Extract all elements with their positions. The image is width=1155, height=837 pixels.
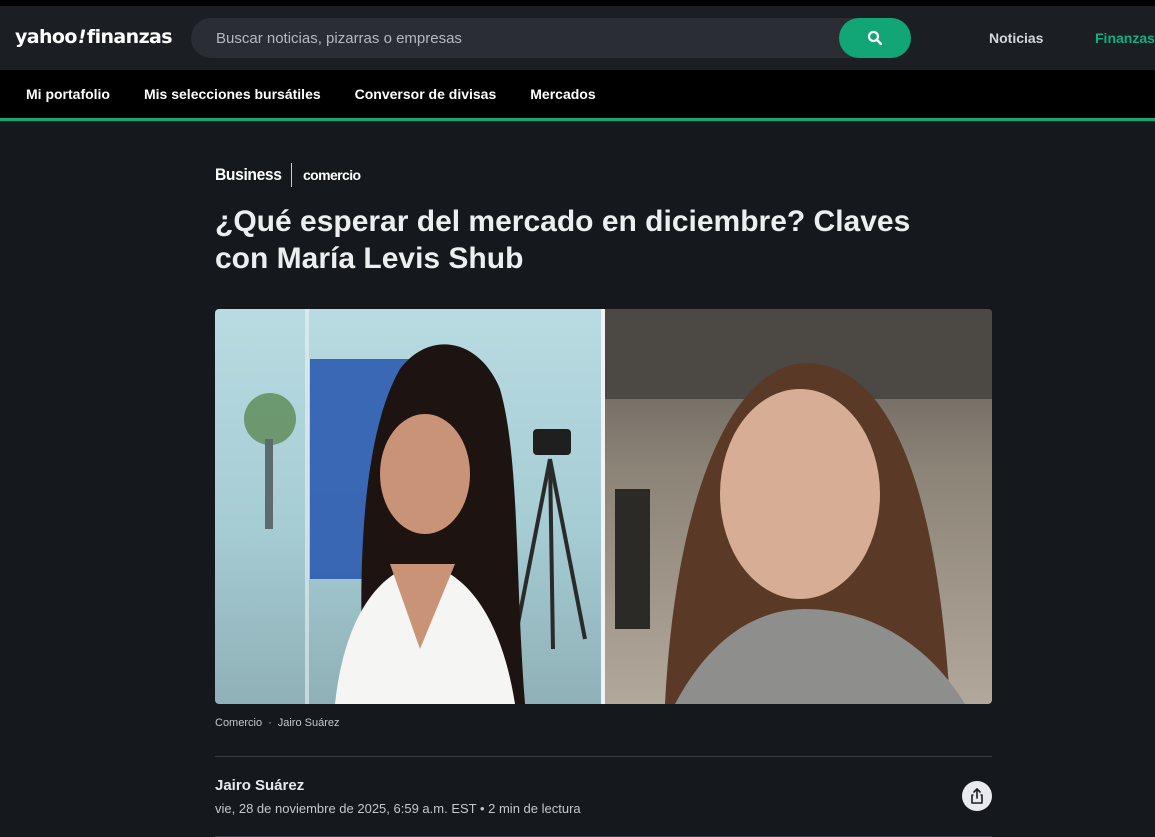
sub-navigation: Mi portafolio Mis selecciones bursátiles… bbox=[0, 70, 1155, 121]
video-left-illustration bbox=[244, 309, 587, 704]
credit-author: Jairo Suárez bbox=[277, 717, 340, 729]
search-icon bbox=[867, 30, 883, 46]
nav-noticias[interactable]: Noticias bbox=[989, 30, 1043, 46]
subnav-item-selecciones-bursatiles[interactable]: Mis selecciones bursátiles bbox=[144, 86, 321, 102]
search-input[interactable] bbox=[191, 18, 839, 58]
video-right-panel bbox=[605, 309, 992, 704]
share-button[interactable] bbox=[962, 781, 992, 811]
subnav-item-conversor-divisas[interactable]: Conversor de divisas bbox=[355, 86, 497, 102]
credit-source: Comercio bbox=[215, 717, 263, 729]
logo-bang: ! bbox=[77, 26, 87, 48]
video-right-illustration bbox=[605, 309, 992, 704]
subnav-item-mi-portafolio[interactable]: Mi portafolio bbox=[26, 86, 110, 102]
logo-sub: finanzas bbox=[86, 26, 173, 48]
publisher-brands: Business comercio bbox=[215, 163, 992, 187]
logo-main: yahoo bbox=[15, 26, 77, 48]
credit-separator: · bbox=[268, 717, 272, 729]
author-name[interactable]: Jairo Suárez bbox=[215, 777, 992, 794]
share-icon bbox=[971, 788, 983, 804]
article-video[interactable] bbox=[215, 309, 992, 704]
brand-comercio-logo[interactable]: comercio bbox=[303, 167, 361, 183]
header: yahoo!finanzas Noticias Finanzas bbox=[0, 6, 1155, 70]
brand-business-logo[interactable]: Business bbox=[215, 165, 282, 185]
subnav-item-mercados[interactable]: Mercados bbox=[530, 86, 595, 102]
media-credits: Comercio · Jairo Suárez bbox=[215, 717, 992, 729]
brand-divider bbox=[291, 163, 292, 187]
publish-meta: vie, 28 de noviembre de 2025, 6:59 a.m. … bbox=[215, 801, 581, 816]
nav-finanzas[interactable]: Finanzas bbox=[1095, 30, 1155, 46]
article: Business comercio ¿Qué esperar del merca… bbox=[215, 163, 992, 837]
search-bar bbox=[191, 18, 911, 58]
article-title: ¿Qué esperar del mercado en diciembre? C… bbox=[215, 205, 911, 275]
video-left-panel bbox=[215, 309, 601, 704]
search-button[interactable] bbox=[839, 18, 911, 58]
byline: Jairo Suárez vie, 28 de noviembre de 202… bbox=[215, 757, 992, 836]
yahoo-finanzas-logo[interactable]: yahoo! finanzas bbox=[15, 26, 173, 48]
